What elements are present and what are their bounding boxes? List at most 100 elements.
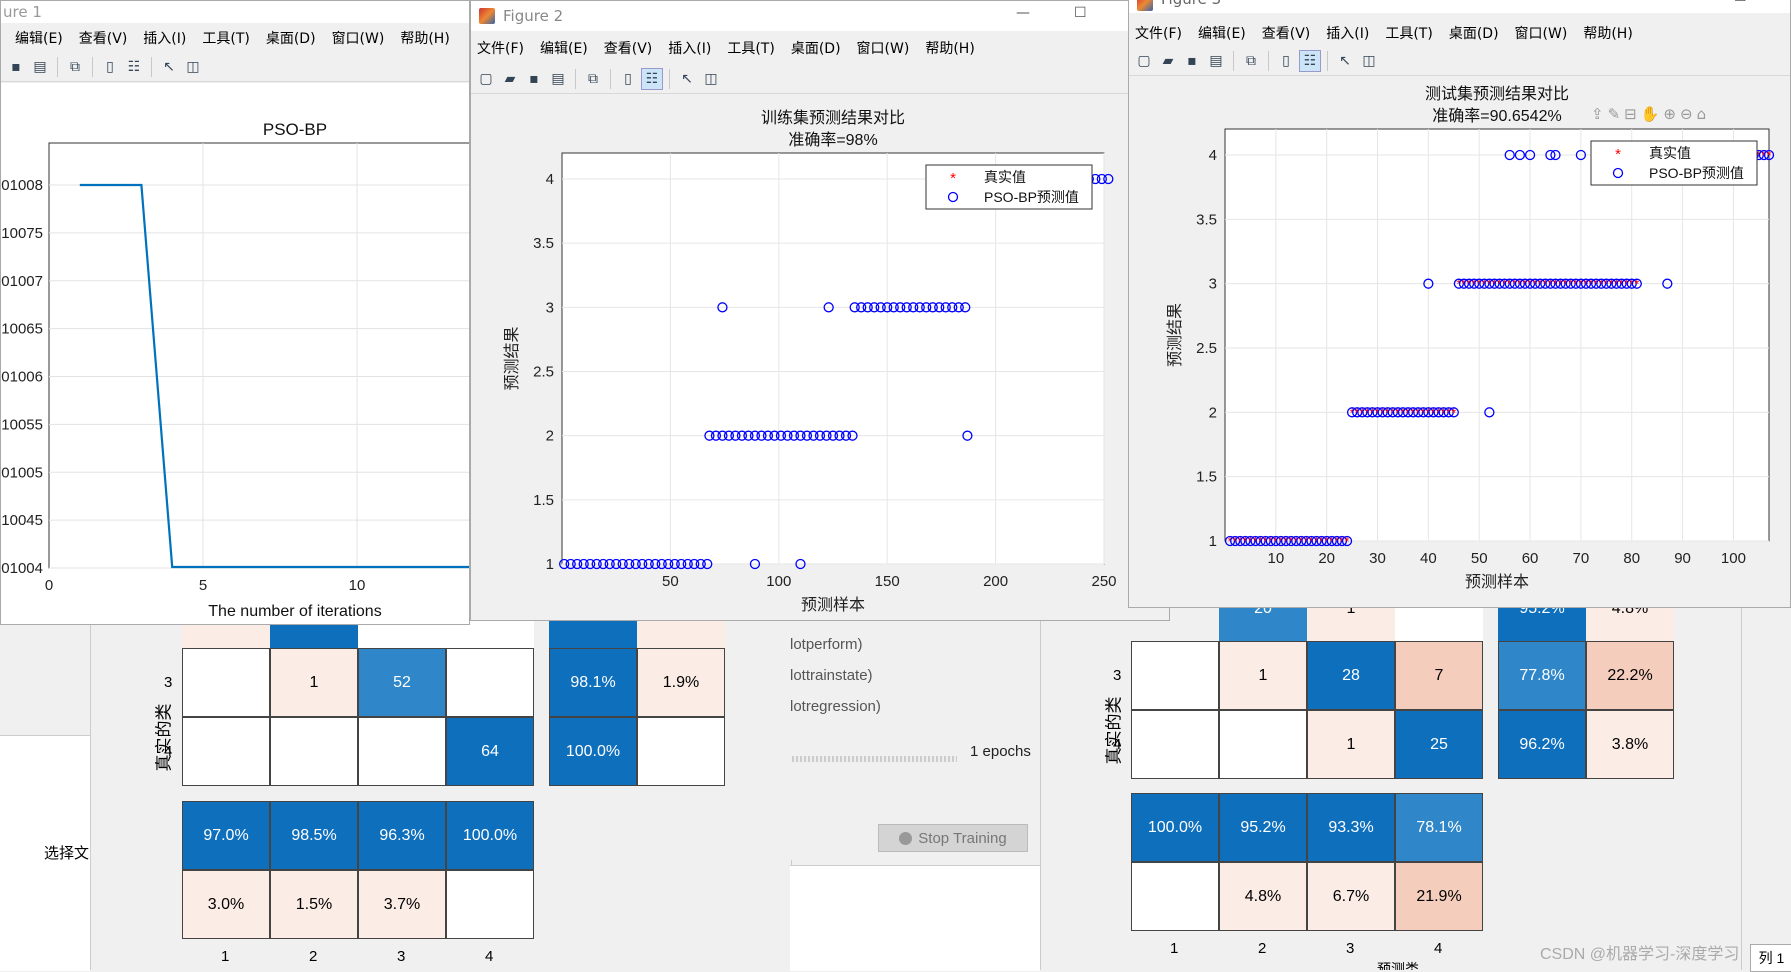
y-tick-label: 4	[1209, 147, 1217, 164]
figure1-canvas: 01008 10075 01007 10065 01006 10055 01005 10045…	[1, 83, 469, 624]
open-icon[interactable]: ▰	[1157, 50, 1179, 72]
legend-red-marker-icon: *	[1615, 146, 1621, 163]
y-tick-label: 3	[546, 299, 554, 316]
save-icon[interactable]: ▪	[523, 68, 545, 90]
colorbar-icon[interactable]: ▯	[1275, 50, 1297, 72]
menu-window[interactable]: 窗口(W)	[1515, 23, 1568, 43]
colorbar-icon[interactable]: ▯	[617, 68, 639, 90]
menu-desktop[interactable]: 桌面(D)	[1449, 23, 1499, 43]
brush-icon[interactable]: ✎	[1608, 105, 1621, 123]
print-icon[interactable]: ▤	[29, 56, 51, 78]
figure1-toolbar: ▪ ▤ ⧉ ▯ ☷ ↖ ◫	[1, 53, 469, 82]
maximize-icon[interactable]: ☐	[1074, 5, 1087, 21]
new-figure-icon[interactable]: ▢	[1133, 50, 1155, 72]
y-tick-label: 01006	[1, 369, 43, 386]
pointer-icon[interactable]: ↖	[158, 56, 180, 78]
menu-window[interactable]: 窗口(W)	[332, 28, 385, 48]
left-cm-cell	[270, 717, 358, 786]
predicted-marker	[1103, 173, 1114, 185]
figure2-titlebar[interactable]: Figure 2 — ☐	[471, 1, 1169, 31]
menu-edit[interactable]: 编辑(E)	[15, 28, 63, 48]
axes-toolbar: ⇪ ✎ ⊟ ✋ ⊕ ⊖ ⌂	[1591, 105, 1706, 123]
y-axis-label: 预测结果	[1166, 303, 1184, 367]
menu-desktop[interactable]: 桌面(D)	[791, 38, 841, 58]
link-plot-icon[interactable]: ⧉	[1240, 50, 1262, 72]
menu-tools[interactable]: 工具(T)	[202, 28, 249, 48]
menu-desktop[interactable]: 桌面(D)	[266, 28, 316, 48]
status-corner: 列 1	[1750, 944, 1791, 972]
menu-help[interactable]: 帮助(H)	[400, 28, 449, 48]
nntool-link-trainstate[interactable]: lottrainstate)	[790, 667, 873, 684]
print-icon[interactable]: ▤	[547, 68, 569, 90]
y-tick-label: 10045	[1, 512, 43, 529]
property-inspector-icon[interactable]: ◫	[1358, 50, 1380, 72]
right-cm-colsum: 100.0%	[1131, 793, 1219, 862]
menu-edit[interactable]: 编辑(E)	[540, 38, 588, 58]
menu-file[interactable]: 文件(F)	[477, 38, 524, 58]
nntool-link-regression[interactable]: lotregression)	[790, 698, 881, 715]
zoom-in-icon[interactable]: ⊕	[1663, 105, 1676, 123]
menu-help[interactable]: 帮助(H)	[925, 38, 974, 58]
colorbar-icon[interactable]: ▯	[99, 56, 121, 78]
nntool-link-perform[interactable]: lotperform)	[790, 636, 863, 653]
figure3-titlebar[interactable]: Figure 3 ☐	[1129, 0, 1790, 13]
figure2-window: Figure 2 — ☐ 文件(F) 编辑(E) 查看(V) 插入(I) 工具(…	[470, 0, 1170, 621]
print-icon[interactable]: ▤	[1205, 50, 1227, 72]
toolbar-separator	[57, 57, 58, 77]
save-icon[interactable]: ▪	[1181, 50, 1203, 72]
maximize-icon[interactable]: ☐	[1734, 0, 1747, 5]
figure1-titlebar[interactable]: ure 1	[1, 1, 469, 23]
right-confusion-ylabel: 真实的类	[1104, 696, 1125, 765]
zoom-out-icon[interactable]: ⊖	[1680, 105, 1693, 123]
link-plot-icon[interactable]: ⧉	[64, 56, 86, 78]
left-cm-xtick: 3	[397, 948, 406, 965]
toolbar-separator	[669, 69, 670, 89]
menu-view[interactable]: 查看(V)	[1262, 23, 1311, 43]
legend-icon[interactable]: ☷	[123, 56, 145, 78]
right-cm-summary: 3.8%	[1586, 710, 1674, 779]
x-tick-label: 250	[1091, 573, 1116, 590]
chart-subtitle: 准确率=98%	[788, 131, 877, 149]
new-figure-icon[interactable]: ▢	[475, 68, 497, 90]
property-inspector-icon[interactable]: ◫	[700, 68, 722, 90]
menu-window[interactable]: 窗口(W)	[857, 38, 910, 58]
pointer-icon[interactable]: ↖	[1334, 50, 1356, 72]
open-icon[interactable]: ▰	[499, 68, 521, 90]
datatip-icon[interactable]: ⊟	[1624, 105, 1637, 123]
save-icon[interactable]: ▪	[5, 56, 27, 78]
y-tick-label: 2.5	[533, 364, 554, 381]
pan-icon[interactable]: ✋	[1641, 105, 1660, 123]
menu-edit[interactable]: 编辑(E)	[1198, 23, 1246, 43]
x-tick-label: 50	[1471, 550, 1488, 567]
menu-view[interactable]: 查看(V)	[79, 28, 128, 48]
left-row-label-4: 4	[164, 743, 173, 760]
menu-insert[interactable]: 插入(I)	[143, 28, 186, 48]
menu-insert[interactable]: 插入(I)	[668, 38, 711, 58]
stop-training-button[interactable]: Stop Training	[878, 824, 1028, 852]
menu-insert[interactable]: 插入(I)	[1326, 23, 1369, 43]
figure2-toolbar: ▢ ▰ ▪ ▤ ⧉ ▯ ☷ ↖ ◫	[471, 65, 1169, 94]
home-icon[interactable]: ⌂	[1697, 105, 1707, 123]
figure1-window: ure 1 编辑(E) 查看(V) 插入(I) 工具(T) 桌面(D) 窗口(W…	[0, 0, 470, 625]
y-tick-label: 2.5	[1196, 340, 1217, 357]
link-plot-icon[interactable]: ⧉	[582, 68, 604, 90]
nntool-epochs: 1 epochs	[970, 743, 1031, 760]
right-cm-colsum: 21.9%	[1395, 862, 1483, 931]
menu-view[interactable]: 查看(V)	[604, 38, 653, 58]
legend-icon[interactable]: ☷	[1299, 50, 1321, 72]
left-strip-label: 选择文	[44, 845, 90, 862]
export-icon[interactable]: ⇪	[1591, 105, 1604, 123]
property-inspector-icon[interactable]: ◫	[182, 56, 204, 78]
figure2-menubar: 文件(F) 编辑(E) 查看(V) 插入(I) 工具(T) 桌面(D) 窗口(W…	[471, 31, 1169, 65]
y-tick-label: 1.5	[1196, 469, 1217, 486]
y-tick-label: 10055	[1, 416, 43, 433]
menu-tools[interactable]: 工具(T)	[727, 38, 774, 58]
minimize-icon[interactable]: —	[1016, 5, 1030, 21]
menu-tools[interactable]: 工具(T)	[1385, 23, 1432, 43]
pointer-icon[interactable]: ↖	[676, 68, 698, 90]
legend-icon[interactable]: ☷	[641, 68, 663, 90]
menu-file[interactable]: 文件(F)	[1135, 23, 1182, 43]
x-tick-label: 10	[1267, 550, 1284, 567]
menu-help[interactable]: 帮助(H)	[1583, 23, 1632, 43]
right-cm-colsum: 6.7%	[1307, 862, 1395, 931]
